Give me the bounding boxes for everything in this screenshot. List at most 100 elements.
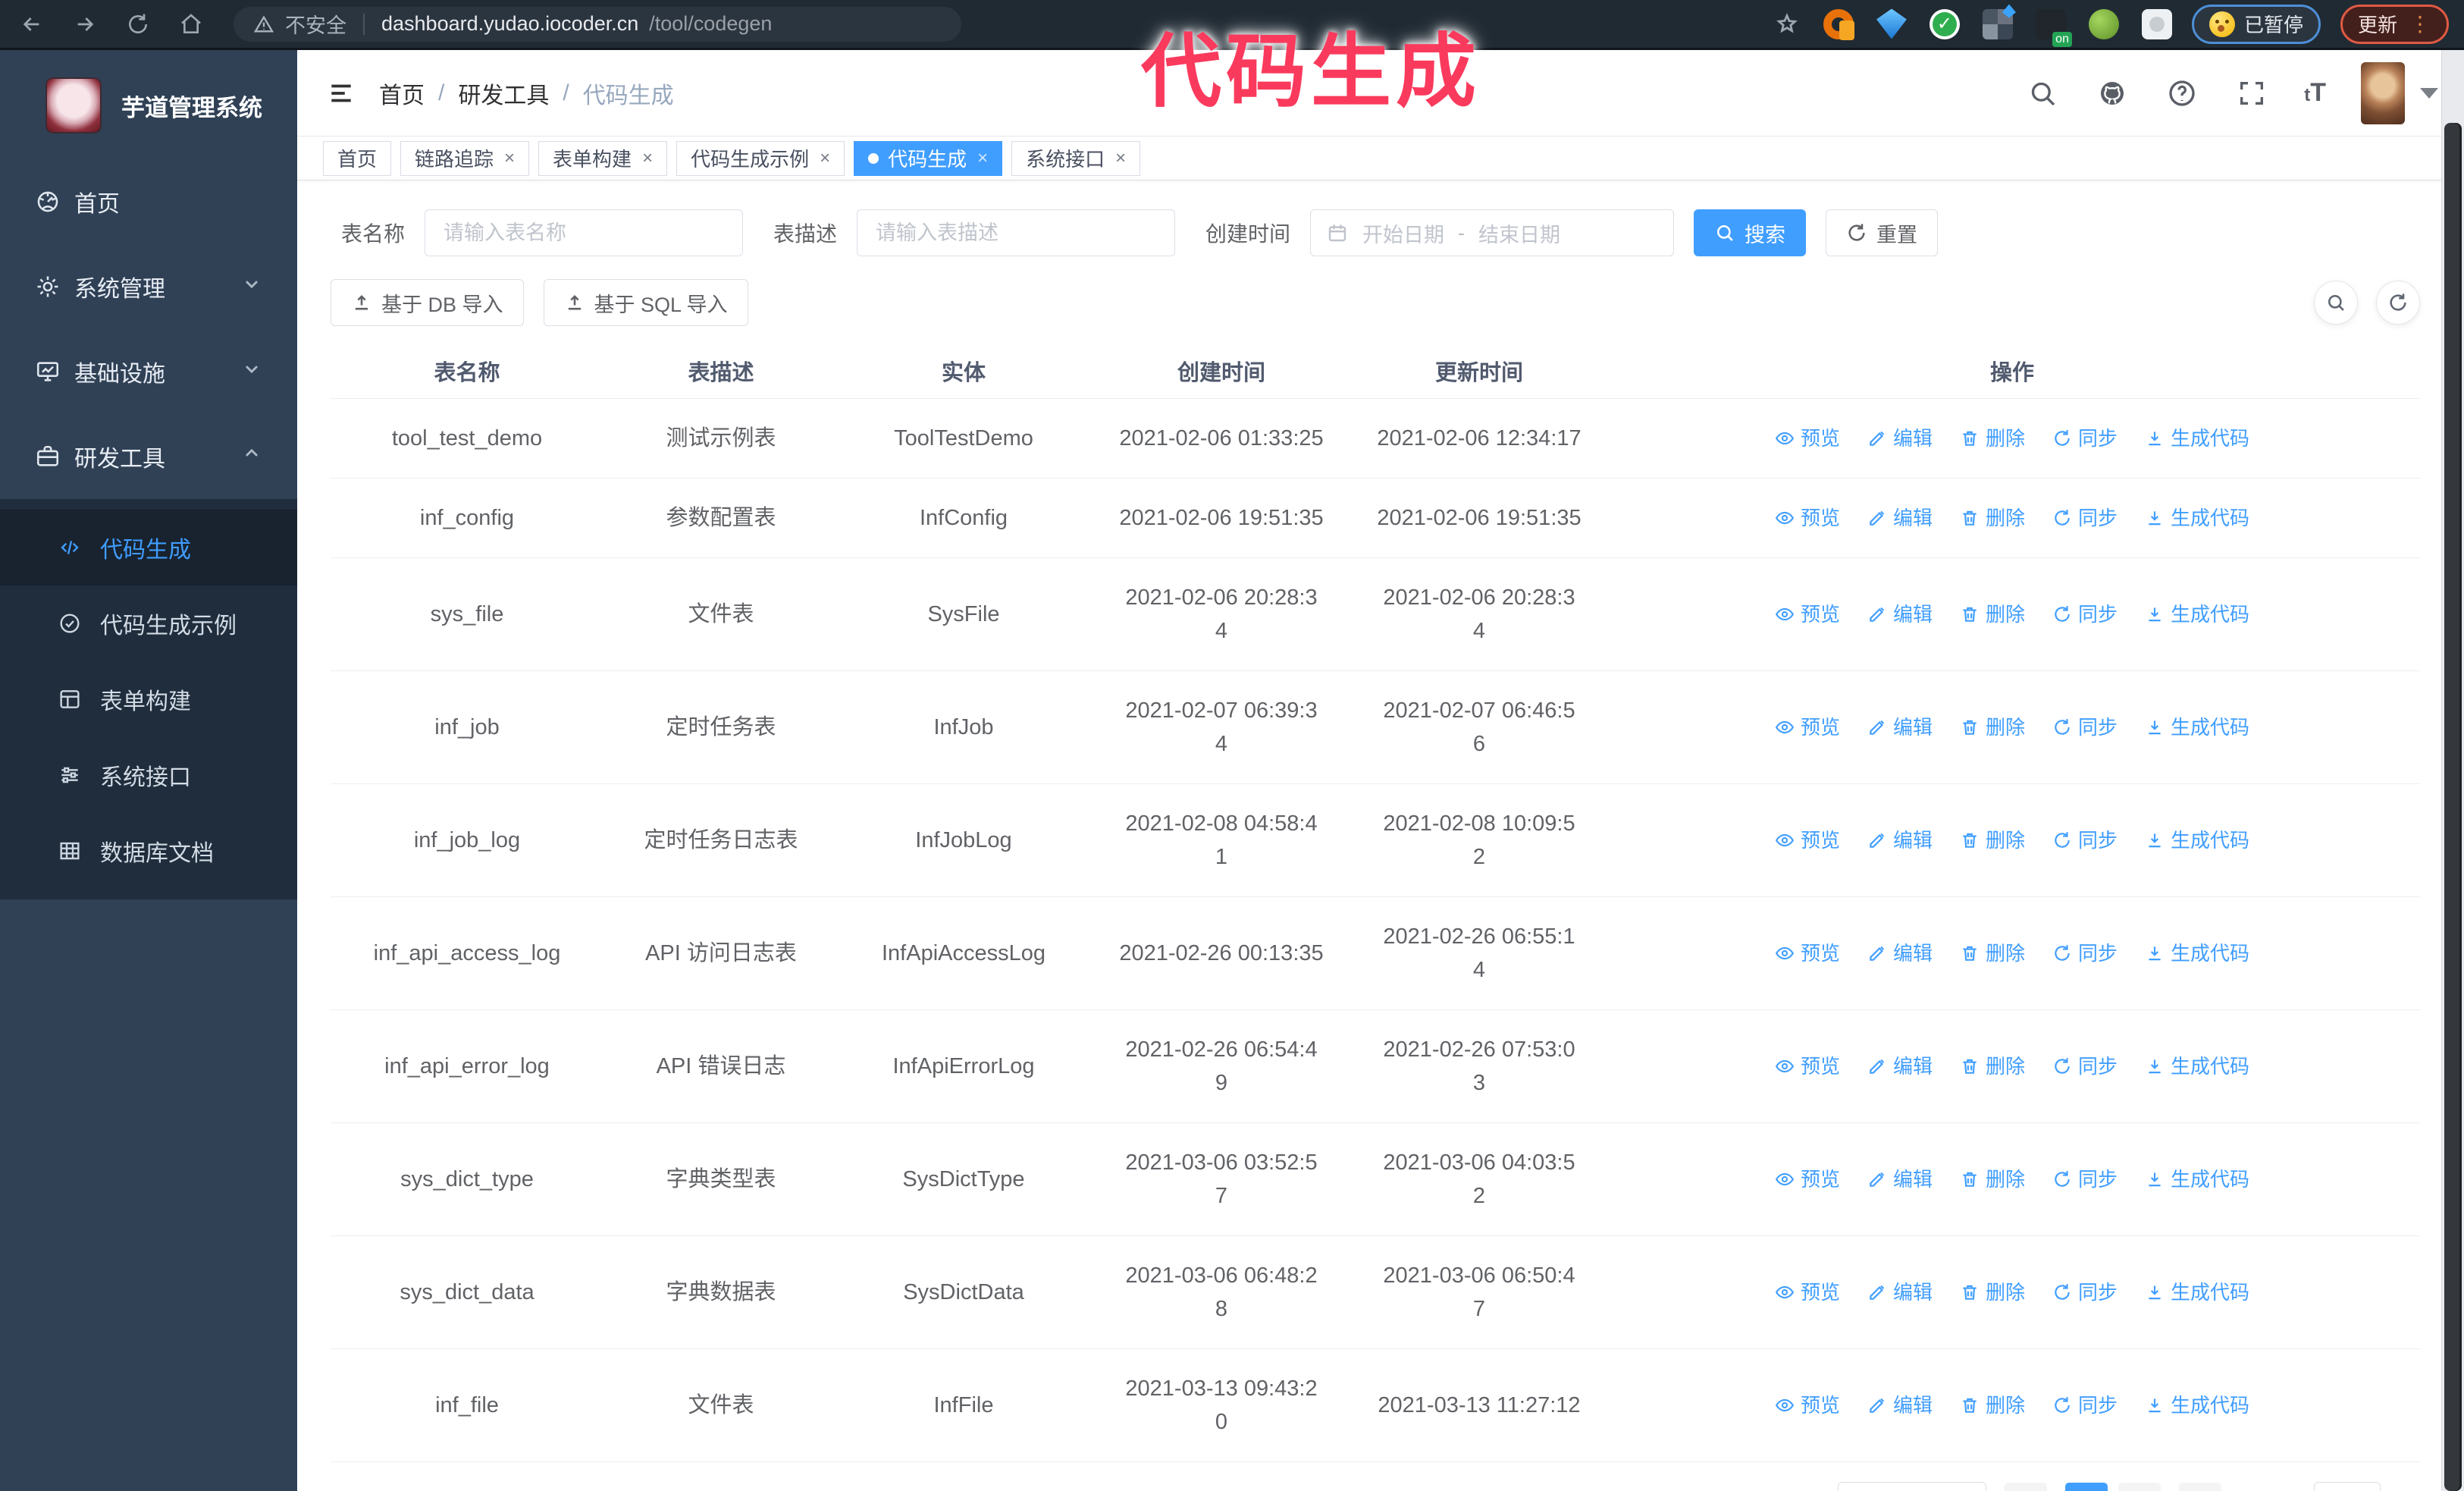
date-range-picker[interactable]: 开始日期 - 结束日期	[1310, 209, 1675, 256]
bookmark-star-icon[interactable]	[1770, 8, 1804, 41]
sidebar-subitem-5[interactable]: 数据库文档	[0, 813, 297, 889]
browser-menu-dots-icon[interactable]: ⋮	[2409, 11, 2431, 36]
tab-6[interactable]: 系统接口 ×	[1011, 140, 1141, 176]
edit-link[interactable]: 编辑	[1867, 824, 1933, 857]
edit-link[interactable]: 编辑	[1867, 422, 1933, 455]
sync-link[interactable]: 同步	[2052, 501, 2118, 535]
dark-on-extension-icon[interactable]	[2035, 8, 2072, 47]
page-number-button[interactable]: 1	[2064, 1483, 2108, 1491]
delete-link[interactable]: 删除	[1960, 711, 2025, 744]
tab-1[interactable]: 首页	[323, 140, 392, 176]
tab-3[interactable]: 表单构建 ×	[538, 140, 668, 176]
edit-link[interactable]: 编辑	[1867, 1389, 1933, 1422]
generate-code-link[interactable]: 生成代码	[2145, 1389, 2249, 1422]
sidebar-item-4[interactable]: 研发工具	[0, 414, 297, 499]
delete-link[interactable]: 删除	[1960, 598, 2025, 631]
delete-link[interactable]: 删除	[1960, 422, 2025, 455]
refresh-table-button[interactable]	[2376, 281, 2420, 325]
generate-code-link[interactable]: 生成代码	[2145, 937, 2249, 970]
tab-close-icon[interactable]: ×	[504, 148, 515, 169]
sidebar-subitem-2[interactable]: 代码生成示例	[0, 585, 297, 661]
preview-link[interactable]: 预览	[1775, 1276, 1840, 1309]
address-bar[interactable]: 不安全 dashboard.yudao.iocoder.cn/tool/code…	[234, 6, 961, 42]
tab-2[interactable]: 链路追踪 ×	[400, 140, 530, 176]
tab-4[interactable]: 代码生成示例 ×	[676, 140, 845, 176]
preview-link[interactable]: 预览	[1775, 422, 1840, 455]
generate-code-link[interactable]: 生成代码	[2145, 1163, 2249, 1196]
green-check-extension-icon[interactable]	[1929, 8, 1960, 39]
delete-link[interactable]: 删除	[1960, 1389, 2025, 1422]
sidebar-subitem-1[interactable]: 代码生成	[0, 510, 297, 585]
preview-link[interactable]: 预览	[1775, 598, 1840, 631]
green-bot-extension-icon[interactable]	[2088, 8, 2119, 39]
table-name-input[interactable]	[425, 209, 744, 256]
toggle-search-button[interactable]	[2314, 281, 2358, 325]
browser-back-icon[interactable]	[15, 8, 49, 41]
delete-link[interactable]: 删除	[1960, 824, 2025, 857]
tab-close-icon[interactable]: ×	[642, 148, 653, 169]
table-desc-input[interactable]	[857, 209, 1176, 256]
breadcrumb-dev-tools[interactable]: 研发工具	[458, 77, 549, 110]
sync-link[interactable]: 同步	[2052, 1163, 2118, 1196]
help-icon[interactable]	[2165, 76, 2199, 111]
scrollbar-thumb[interactable]	[2444, 123, 2462, 1491]
delete-link[interactable]: 删除	[1960, 1276, 2025, 1309]
user-menu[interactable]	[2361, 61, 2438, 124]
tab-close-icon[interactable]: ×	[820, 148, 830, 169]
browser-home-icon[interactable]	[174, 8, 208, 41]
preview-link[interactable]: 预览	[1775, 501, 1840, 535]
sidebar-item-1[interactable]: 首页	[0, 159, 297, 244]
generate-code-link[interactable]: 生成代码	[2145, 711, 2249, 744]
sync-link[interactable]: 同步	[2052, 1389, 2118, 1422]
generate-code-link[interactable]: 生成代码	[2145, 1276, 2249, 1309]
import-sql-button[interactable]: 基于 SQL 导入	[543, 279, 748, 326]
preview-link[interactable]: 预览	[1775, 824, 1840, 857]
delete-link[interactable]: 删除	[1960, 501, 2025, 535]
delete-link[interactable]: 删除	[1960, 937, 2025, 970]
generate-code-link[interactable]: 生成代码	[2145, 501, 2249, 535]
github-icon[interactable]	[2095, 76, 2130, 111]
sidebar-item-2[interactable]: 系统管理	[0, 244, 297, 329]
edit-link[interactable]: 编辑	[1867, 937, 1933, 970]
edit-link[interactable]: 编辑	[1867, 1050, 1933, 1083]
tab-close-icon[interactable]: ×	[977, 148, 988, 169]
delete-link[interactable]: 删除	[1960, 1163, 2025, 1196]
blue-gem-extension-icon[interactable]	[1876, 8, 1907, 39]
search-button[interactable]: 搜索	[1694, 209, 1807, 256]
sync-link[interactable]: 同步	[2052, 598, 2118, 631]
sync-link[interactable]: 同步	[2052, 711, 2118, 744]
orange-ring-extension-icon[interactable]	[1823, 8, 1854, 40]
grid-drop-extension-icon[interactable]	[1982, 8, 2013, 39]
tab-close-icon[interactable]: ×	[1115, 148, 1126, 169]
paused-badge[interactable]: 已暂停	[2191, 4, 2321, 44]
fullscreen-icon[interactable]	[2234, 76, 2269, 111]
header-search-icon[interactable]	[2025, 76, 2060, 111]
generate-code-link[interactable]: 生成代码	[2145, 598, 2249, 631]
preview-link[interactable]: 预览	[1775, 1163, 1840, 1196]
generate-code-link[interactable]: 生成代码	[2145, 1050, 2249, 1083]
page-scrollbar[interactable]	[2441, 50, 2464, 1491]
browser-reload-icon[interactable]	[121, 8, 155, 41]
sidebar-item-3[interactable]: 基础设施	[0, 329, 297, 414]
breadcrumb-home[interactable]: 首页	[379, 77, 425, 110]
prev-page-button[interactable]: ‹	[2004, 1483, 2047, 1491]
edit-link[interactable]: 编辑	[1867, 1163, 1933, 1196]
goto-page-input[interactable]	[2313, 1482, 2381, 1491]
sidebar-fold-icon[interactable]	[323, 75, 359, 111]
avatar[interactable]	[2361, 61, 2405, 124]
delete-link[interactable]: 删除	[1960, 1050, 2025, 1083]
update-badge[interactable]: 更新 ⋮	[2340, 4, 2449, 44]
sync-link[interactable]: 同步	[2052, 824, 2118, 857]
sync-link[interactable]: 同步	[2052, 1050, 2118, 1083]
edit-link[interactable]: 编辑	[1867, 711, 1933, 744]
page-size-select[interactable]: 10条/页	[1837, 1482, 1986, 1491]
edit-link[interactable]: 编辑	[1867, 1276, 1933, 1309]
preview-link[interactable]: 预览	[1775, 1050, 1840, 1083]
font-size-icon[interactable]: tT	[2304, 78, 2326, 108]
generate-code-link[interactable]: 生成代码	[2145, 422, 2249, 455]
sync-link[interactable]: 同步	[2052, 422, 2118, 455]
sidebar-subitem-4[interactable]: 系统接口	[0, 737, 297, 813]
preview-link[interactable]: 预览	[1775, 711, 1840, 744]
page-number-button[interactable]: 2	[2118, 1483, 2161, 1491]
preview-link[interactable]: 预览	[1775, 937, 1840, 970]
